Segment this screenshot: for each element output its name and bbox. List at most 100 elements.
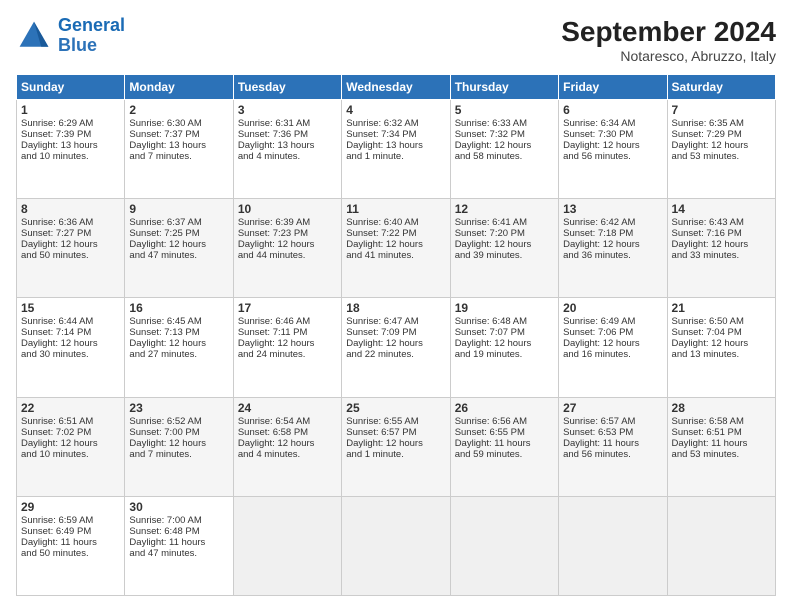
day-info: Daylight: 12 hours [672,140,771,151]
day-info: Daylight: 12 hours [455,140,554,151]
day-info: Sunset: 7:13 PM [129,327,228,338]
calendar-cell [233,496,341,595]
calendar-cell: 7Sunrise: 6:35 AMSunset: 7:29 PMDaylight… [667,100,775,199]
day-info: Sunset: 7:37 PM [129,129,228,140]
day-info: Sunset: 7:27 PM [21,228,120,239]
day-info: and 47 minutes. [129,250,228,261]
day-info: Sunrise: 6:35 AM [672,118,771,129]
day-info: and 4 minutes. [238,449,337,460]
day-info: Sunrise: 6:37 AM [129,217,228,228]
day-info: Daylight: 13 hours [238,140,337,151]
calendar-cell: 24Sunrise: 6:54 AMSunset: 6:58 PMDayligh… [233,397,341,496]
calendar-cell: 28Sunrise: 6:58 AMSunset: 6:51 PMDayligh… [667,397,775,496]
day-info: Sunrise: 6:30 AM [129,118,228,129]
day-info: Sunset: 7:07 PM [455,327,554,338]
calendar-week-3: 15Sunrise: 6:44 AMSunset: 7:14 PMDayligh… [17,298,776,397]
calendar-cell: 29Sunrise: 6:59 AMSunset: 6:49 PMDayligh… [17,496,125,595]
calendar-cell: 2Sunrise: 6:30 AMSunset: 7:37 PMDaylight… [125,100,233,199]
col-sunday: Sunday [17,75,125,100]
calendar-header-row: Sunday Monday Tuesday Wednesday Thursday… [17,75,776,100]
day-number: 7 [672,103,771,117]
day-info: and 19 minutes. [455,349,554,360]
day-info: Daylight: 12 hours [238,239,337,250]
day-info: Sunrise: 6:51 AM [21,416,120,427]
day-info: Sunrise: 6:39 AM [238,217,337,228]
day-info: and 24 minutes. [238,349,337,360]
day-info: Sunset: 6:48 PM [129,526,228,537]
day-info: Sunset: 7:34 PM [346,129,445,140]
calendar-cell: 1Sunrise: 6:29 AMSunset: 7:39 PMDaylight… [17,100,125,199]
day-info: Sunrise: 6:34 AM [563,118,662,129]
day-number: 12 [455,202,554,216]
day-number: 16 [129,301,228,315]
day-number: 22 [21,401,120,415]
day-info: Sunrise: 6:57 AM [563,416,662,427]
day-number: 23 [129,401,228,415]
day-number: 19 [455,301,554,315]
day-info: and 47 minutes. [129,548,228,559]
day-info: and 10 minutes. [21,449,120,460]
day-info: and 41 minutes. [346,250,445,261]
calendar-cell [559,496,667,595]
day-info: Sunrise: 6:59 AM [21,515,120,526]
day-info: Daylight: 12 hours [563,338,662,349]
day-info: Sunset: 6:49 PM [21,526,120,537]
day-info: Sunrise: 6:46 AM [238,316,337,327]
calendar-cell: 10Sunrise: 6:39 AMSunset: 7:23 PMDayligh… [233,199,341,298]
day-number: 6 [563,103,662,117]
day-info: Daylight: 12 hours [21,239,120,250]
calendar-cell: 4Sunrise: 6:32 AMSunset: 7:34 PMDaylight… [342,100,450,199]
col-saturday: Saturday [667,75,775,100]
calendar-table: Sunday Monday Tuesday Wednesday Thursday… [16,74,776,596]
day-info: Sunset: 7:36 PM [238,129,337,140]
day-info: Sunset: 7:11 PM [238,327,337,338]
day-info: and 50 minutes. [21,548,120,559]
calendar-cell: 3Sunrise: 6:31 AMSunset: 7:36 PMDaylight… [233,100,341,199]
day-number: 1 [21,103,120,117]
day-info: Sunset: 6:51 PM [672,427,771,438]
day-info: Sunset: 7:29 PM [672,129,771,140]
day-info: Sunset: 7:20 PM [455,228,554,239]
day-info: Daylight: 12 hours [129,239,228,250]
day-number: 3 [238,103,337,117]
day-info: Daylight: 12 hours [238,338,337,349]
calendar-cell: 18Sunrise: 6:47 AMSunset: 7:09 PMDayligh… [342,298,450,397]
day-info: Daylight: 11 hours [129,537,228,548]
title-block: September 2024 Notaresco, Abruzzo, Italy [561,16,776,64]
day-info: Sunrise: 6:43 AM [672,217,771,228]
day-info: Sunset: 7:30 PM [563,129,662,140]
day-info: Sunset: 7:18 PM [563,228,662,239]
day-info: and 13 minutes. [672,349,771,360]
day-info: Sunrise: 6:54 AM [238,416,337,427]
day-info: and 53 minutes. [672,151,771,162]
col-tuesday: Tuesday [233,75,341,100]
day-info: Sunrise: 6:55 AM [346,416,445,427]
day-info: and 56 minutes. [563,151,662,162]
day-info: and 58 minutes. [455,151,554,162]
day-info: Daylight: 12 hours [672,338,771,349]
day-info: Sunrise: 6:32 AM [346,118,445,129]
day-info: Sunrise: 6:50 AM [672,316,771,327]
calendar-week-1: 1Sunrise: 6:29 AMSunset: 7:39 PMDaylight… [17,100,776,199]
day-info: Daylight: 12 hours [455,338,554,349]
logo-text: General Blue [58,16,125,56]
day-info: Daylight: 12 hours [563,140,662,151]
day-number: 17 [238,301,337,315]
day-info: Sunset: 7:25 PM [129,228,228,239]
day-info: and 7 minutes. [129,449,228,460]
col-friday: Friday [559,75,667,100]
day-number: 21 [672,301,771,315]
calendar-cell: 12Sunrise: 6:41 AMSunset: 7:20 PMDayligh… [450,199,558,298]
calendar-cell: 21Sunrise: 6:50 AMSunset: 7:04 PMDayligh… [667,298,775,397]
day-number: 14 [672,202,771,216]
day-info: Sunrise: 6:42 AM [563,217,662,228]
calendar-week-5: 29Sunrise: 6:59 AMSunset: 6:49 PMDayligh… [17,496,776,595]
day-info: Daylight: 12 hours [455,239,554,250]
day-info: Sunrise: 6:36 AM [21,217,120,228]
day-info: Sunset: 6:53 PM [563,427,662,438]
col-wednesday: Wednesday [342,75,450,100]
day-info: Sunrise: 6:40 AM [346,217,445,228]
day-info: and 10 minutes. [21,151,120,162]
day-number: 26 [455,401,554,415]
calendar-cell: 26Sunrise: 6:56 AMSunset: 6:55 PMDayligh… [450,397,558,496]
